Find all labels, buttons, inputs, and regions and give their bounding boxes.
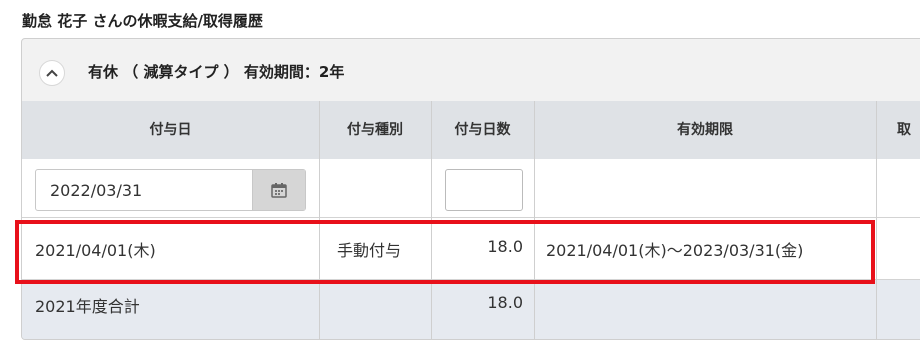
table-row: 2021/04/01(木) 手動付与 18.0 2021/04/01(木)～20… bbox=[22, 218, 920, 280]
header-grant-days[interactable]: 付与日数 bbox=[431, 101, 534, 159]
column-divider bbox=[319, 101, 320, 339]
column-divider bbox=[534, 101, 535, 339]
grant-date-field[interactable] bbox=[35, 169, 306, 211]
total-row: 2021年度合計 18.0 bbox=[22, 280, 920, 339]
chevron-up-icon bbox=[46, 69, 58, 77]
total-label: 2021年度合計 bbox=[35, 297, 140, 316]
cell-grant-days: 18.0 bbox=[487, 237, 523, 256]
header-grant-date[interactable]: 付与日 bbox=[22, 101, 319, 159]
cell-expiry: 2021/04/01(木)～2023/03/31(金) bbox=[546, 241, 804, 260]
input-row bbox=[22, 159, 920, 218]
total-grant-days: 18.0 bbox=[487, 293, 523, 312]
grant-days-input[interactable] bbox=[446, 170, 522, 210]
header-acquired[interactable]: 取 bbox=[876, 101, 920, 159]
header-expiry[interactable]: 有効期限 bbox=[534, 101, 876, 159]
grant-days-field[interactable] bbox=[445, 169, 523, 211]
panel-header: 有休 （ 減算タイプ ） 有効期間：2年 bbox=[22, 39, 920, 101]
header-grant-type[interactable]: 付与種別 bbox=[319, 101, 431, 159]
collapse-button[interactable] bbox=[39, 60, 65, 86]
leave-history-panel: 有休 （ 減算タイプ ） 有効期間：2年 付与日 付与種別 付与日数 有効期限 … bbox=[21, 38, 920, 340]
cell-grant-date: 2021/04/01(木) bbox=[35, 241, 156, 260]
column-divider bbox=[431, 101, 432, 339]
cell-grant-type: 手動付与 bbox=[337, 241, 402, 260]
table-header-row: 付与日 付与種別 付与日数 有効期限 取 bbox=[22, 101, 920, 160]
calendar-icon bbox=[271, 182, 287, 198]
grant-date-input[interactable] bbox=[36, 170, 254, 210]
calendar-button[interactable] bbox=[252, 170, 305, 210]
column-divider bbox=[876, 101, 877, 339]
panel-title: 有休 （ 減算タイプ ） 有効期間：2年 bbox=[88, 63, 345, 81]
page-title: 勤怠 花子 さんの休暇支給/取得履歴 bbox=[22, 12, 263, 30]
